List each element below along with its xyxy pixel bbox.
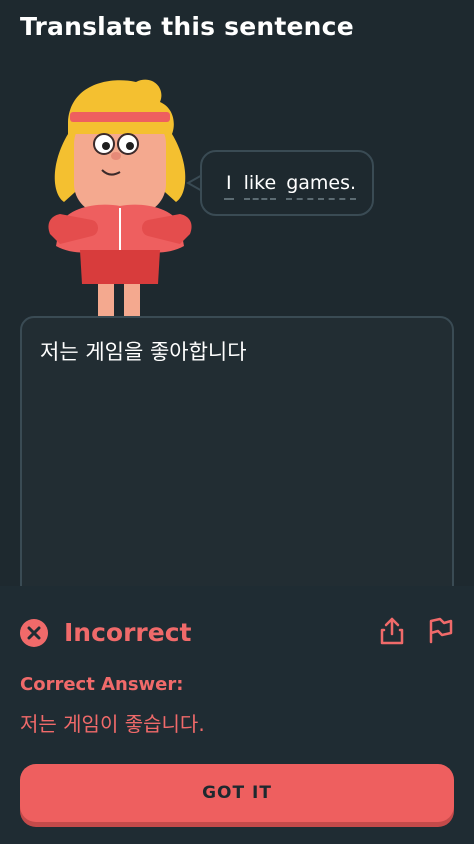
prompt-word[interactable]: games.: [286, 172, 357, 200]
answer-text: 저는 게임을 좋아합니다: [40, 340, 247, 364]
character-illustration: [48, 79, 192, 320]
got-it-button[interactable]: GOT IT: [20, 764, 454, 822]
prompt-sentence: I like games.: [224, 172, 357, 200]
share-icon[interactable]: [378, 616, 406, 646]
correct-answer-label: Correct Answer:: [20, 674, 184, 695]
status-row: Incorrect: [20, 618, 191, 647]
page-title: Translate this sentence: [20, 12, 354, 41]
prompt-word[interactable]: I: [224, 172, 234, 200]
correct-answer-text: 저는 게임이 좋습니다.: [20, 712, 205, 736]
feedback-panel: Incorrect Correct Answer: 저는 게임이 좋습니다. G…: [0, 586, 474, 844]
status-text: Incorrect: [64, 618, 192, 647]
close-icon: [20, 618, 48, 647]
prompt-word[interactable]: like: [243, 172, 277, 200]
lesson-screen: Translate this sentence I like games. 저는…: [0, 0, 474, 844]
flag-icon[interactable]: [426, 616, 454, 644]
speech-bubble: I like games.: [200, 150, 374, 216]
